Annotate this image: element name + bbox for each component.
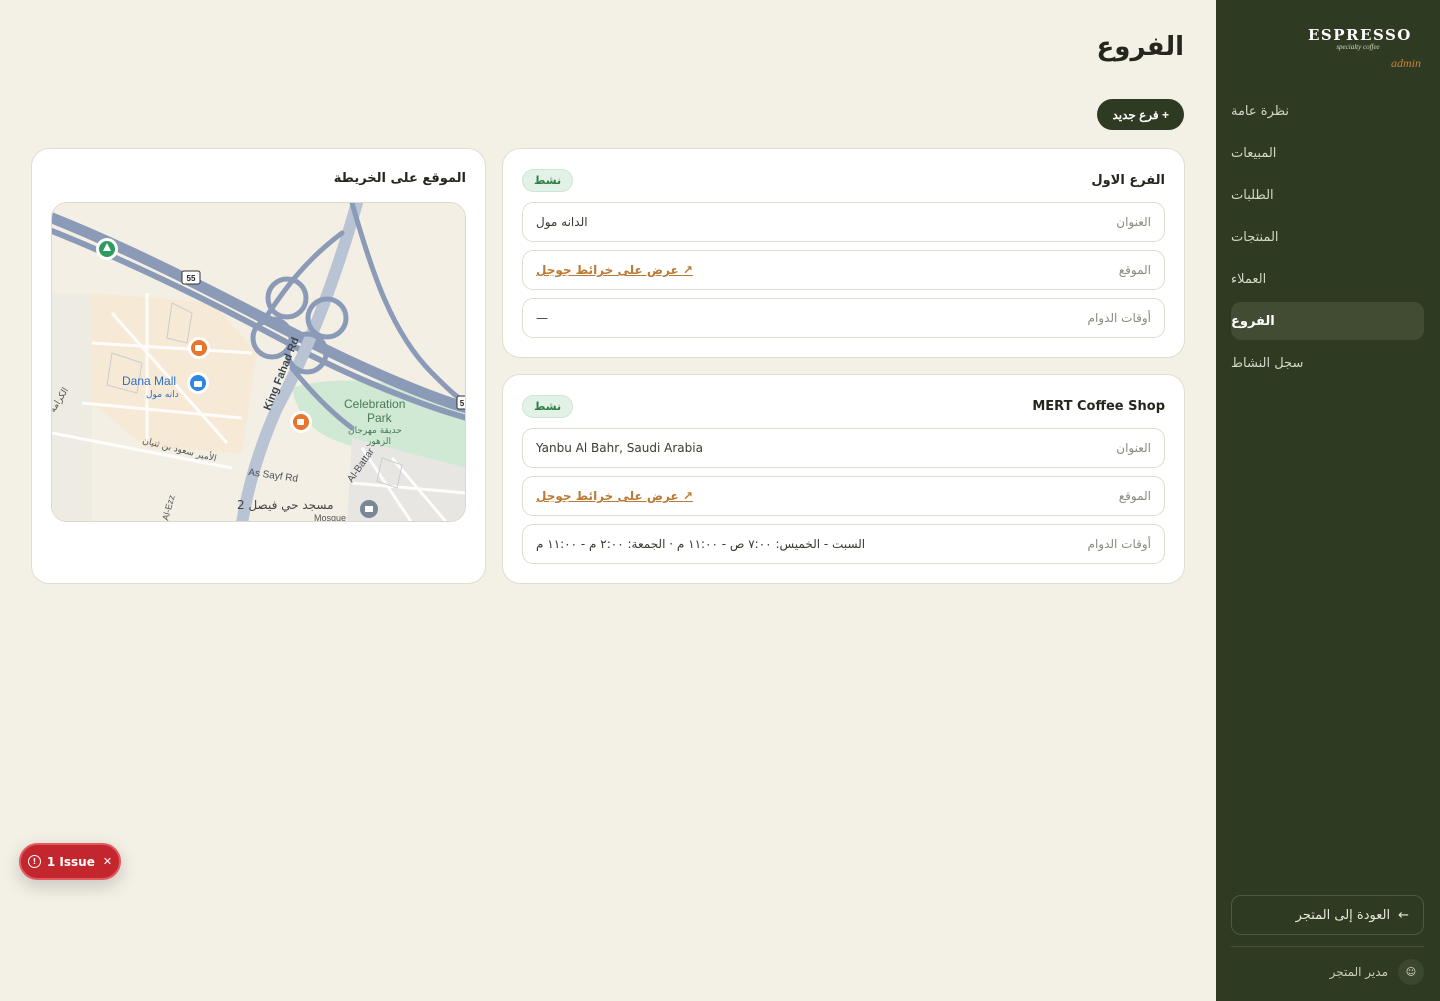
map-card-title: الموقع على الخريطة: [333, 171, 466, 186]
address-value: الدانه مول: [536, 215, 588, 229]
hours-label: أوقات الدوام: [1087, 537, 1151, 551]
svg-text:5: 5: [460, 399, 465, 408]
hours-field: أوقات الدوام السبت - الخميس: ٧:٠٠ ص - ١١…: [522, 524, 1165, 564]
location-field: الموقع عرض على خرائط جوجل ↗: [522, 476, 1165, 516]
admin-label: admin: [1391, 56, 1421, 70]
user-avatar-icon: ☺: [1398, 959, 1424, 985]
hours-label: أوقات الدوام: [1087, 311, 1151, 325]
branch-map[interactable]: 55 5 King Fahad Rd Dana Mall دانه مول Ce…: [51, 202, 466, 522]
back-to-store-label: العودة إلى المتجر: [1295, 907, 1391, 923]
location-field: الموقع عرض على خرائط جوجل ↗: [522, 250, 1165, 290]
location-label: الموقع: [1118, 489, 1151, 503]
mosque-pin-icon: [360, 500, 378, 518]
brand-logo[interactable]: ESPRESSO specialty coffee: [1308, 26, 1412, 51]
hours-field: أوقات الدوام —: [522, 298, 1165, 338]
sidebar-divider: [1231, 946, 1424, 947]
park-pin-icon: [96, 238, 118, 260]
branch-name: MERT Coffee Shop: [1032, 398, 1165, 414]
sidebar-item-orders[interactable]: الطلبات: [1231, 176, 1424, 214]
brand-tagline: specialty coffee: [1336, 43, 1380, 51]
sidebar-item-overview[interactable]: نظرة عامة: [1231, 92, 1424, 130]
issue-label: 1 Issue: [46, 854, 95, 869]
address-value: Yanbu Al Bahr, Saudi Arabia: [536, 441, 703, 455]
warning-icon: !: [27, 855, 41, 868]
sidebar-item-branches[interactable]: الفروع: [1231, 302, 1424, 340]
address-label: العنوان: [1116, 441, 1151, 455]
svg-text:حديقة مهرجان: حديقة مهرجان: [348, 426, 402, 436]
store-admin-label: مدير المتجر: [1329, 965, 1388, 979]
branch-card: نشط الفرع الاول العنوان الدانه مول الموق…: [502, 148, 1185, 358]
svg-text:Dana Mall: Dana Mall: [122, 374, 176, 388]
sidebar-nav: نظرة عامة المبيعات الطلبات المنتجات العم…: [1231, 92, 1424, 386]
status-badge: نشط: [522, 394, 574, 418]
hours-value: السبت - الخميس: ٧:٠٠ ص - ١١:٠٠ م · الجمع…: [536, 537, 866, 551]
address-field: العنوان Yanbu Al Bahr, Saudi Arabia: [522, 428, 1165, 468]
sidebar-item-customers[interactable]: العملاء: [1231, 260, 1424, 298]
status-badge: نشط: [522, 168, 574, 192]
back-to-store-button[interactable]: العودة إلى المتجر ←: [1231, 895, 1424, 935]
brand-name: ESPRESSO: [1308, 26, 1412, 44]
svg-text:دانه مول: دانه مول: [146, 390, 179, 400]
google-maps-link[interactable]: عرض على خرائط جوجل ↗: [536, 489, 693, 503]
address-field: العنوان الدانه مول: [522, 202, 1165, 242]
store-admin-user[interactable]: مدير المتجر ☺: [1231, 958, 1424, 986]
sidebar-item-activity-log[interactable]: سجل النشاط: [1231, 344, 1424, 382]
svg-text:Mosque: Mosque: [314, 513, 346, 522]
close-icon[interactable]: ✕: [103, 855, 112, 868]
mall-pin-icon: [187, 372, 209, 394]
sidebar-item-products[interactable]: المنتجات: [1231, 218, 1424, 256]
sidebar: ESPRESSO specialty coffee admin نظرة عام…: [1216, 0, 1440, 1001]
svg-text:55: 55: [187, 274, 196, 283]
map-card: الموقع على الخريطة 55 5 King Fahad Rd Da…: [31, 148, 486, 584]
new-branch-button[interactable]: + فرع جديد: [1097, 99, 1184, 130]
cafe-pin-icon: [188, 337, 210, 359]
page-title: الفروع: [1096, 32, 1184, 62]
address-label: العنوان: [1116, 215, 1151, 229]
svg-text:Park: Park: [367, 411, 393, 425]
svg-text:الزهور: الزهور: [366, 437, 391, 447]
svg-text:مسجد حي فيصل 2: مسجد حي فيصل 2: [237, 498, 334, 512]
hours-value: —: [536, 311, 548, 325]
issue-indicator[interactable]: ! 1 Issue ✕: [19, 843, 121, 880]
location-label: الموقع: [1118, 263, 1151, 277]
sidebar-item-sales[interactable]: المبيعات: [1231, 134, 1424, 172]
branch-card: نشط MERT Coffee Shop العنوان Yanbu Al Ba…: [502, 374, 1185, 584]
arrow-left-icon: ←: [1398, 907, 1409, 923]
cafe-pin-icon: [290, 411, 312, 433]
google-maps-link[interactable]: عرض على خرائط جوجل ↗: [536, 263, 693, 277]
map-canvas: 55 5 King Fahad Rd Dana Mall دانه مول Ce…: [52, 203, 465, 522]
branch-name: الفرع الاول: [1091, 172, 1165, 188]
svg-text:Celebration: Celebration: [344, 397, 405, 411]
